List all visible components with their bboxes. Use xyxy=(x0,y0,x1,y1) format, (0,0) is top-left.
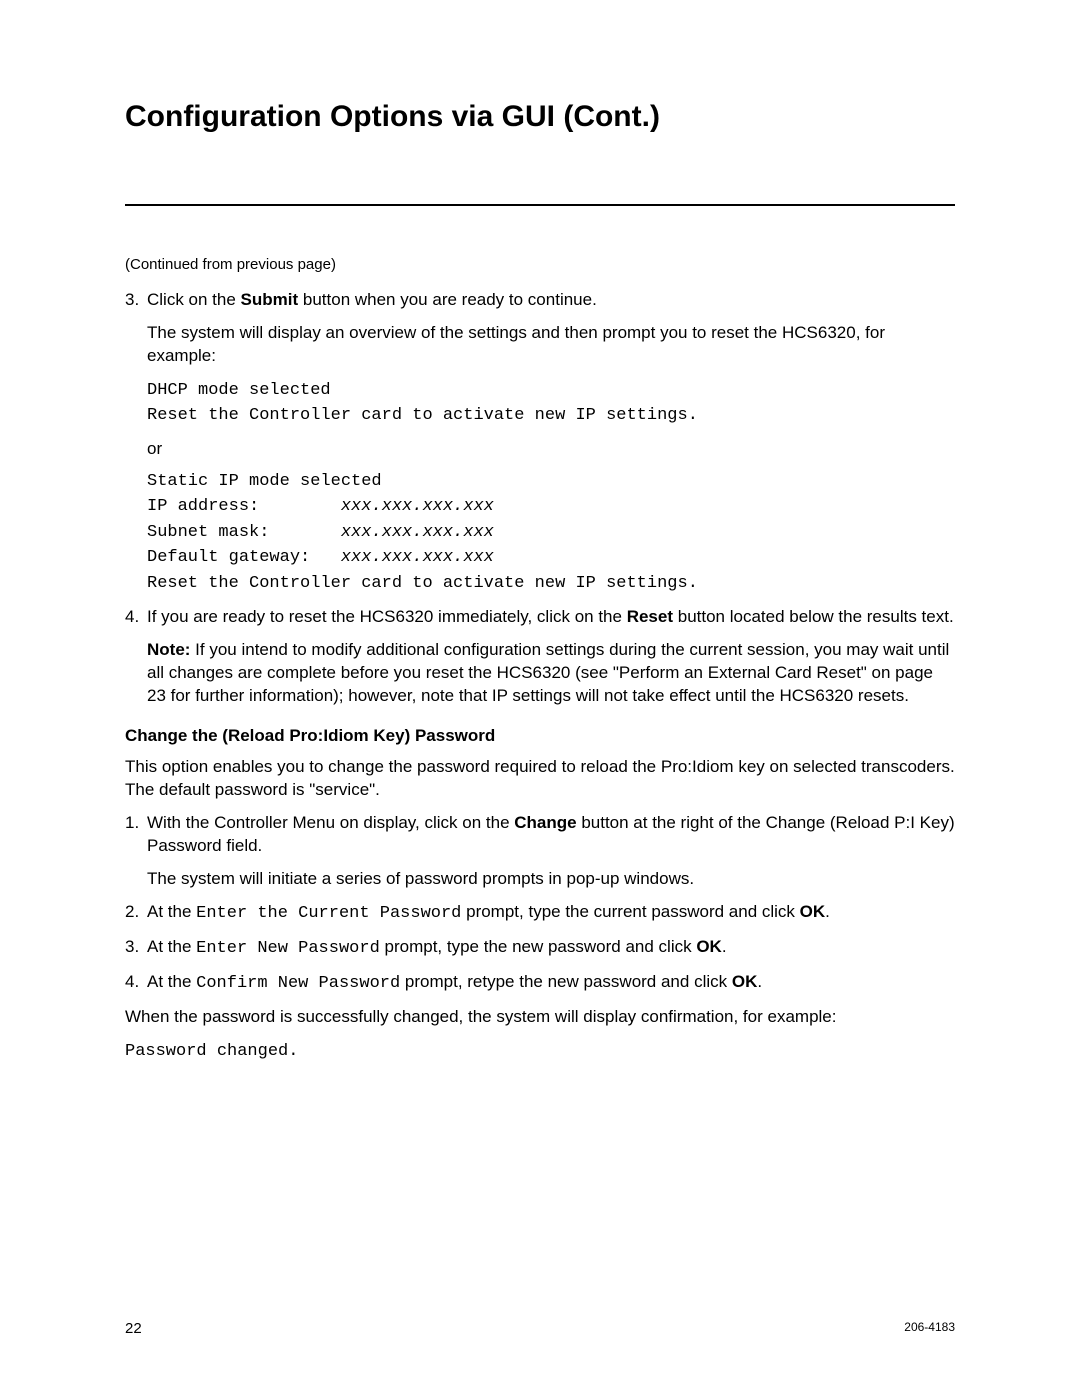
doc-number: 206-4183 xyxy=(904,1320,955,1337)
pw-changed-output: Password changed. xyxy=(125,1039,955,1065)
step-3: 3. Click on the Submit button when you a… xyxy=(125,289,955,312)
step-number: 4. xyxy=(125,606,139,629)
page-title: Configuration Options via GUI (Cont.) xyxy=(125,100,955,134)
dhcp-output: DHCP mode selected Reset the Controller … xyxy=(125,378,955,429)
submit-label: Submit xyxy=(241,290,299,309)
step-3-desc: The system will display an overview of t… xyxy=(125,322,955,368)
pw-success: When the password is successfully change… xyxy=(125,1006,955,1029)
note: Note: If you intend to modify additional… xyxy=(125,639,955,708)
ok-label: OK xyxy=(732,972,758,991)
step-number: 4. xyxy=(125,971,139,994)
pw-step-2: 2. At the Enter the Current Password pro… xyxy=(125,901,955,926)
step-number: 1. xyxy=(125,812,139,835)
ok-label: OK xyxy=(800,902,826,921)
step-number: 2. xyxy=(125,901,139,924)
text: Click on the xyxy=(147,290,241,309)
reset-label: Reset xyxy=(627,607,673,626)
prompt-text: Confirm New Password xyxy=(196,974,400,993)
pw-step-1: 1. With the Controller Menu on display, … xyxy=(125,812,955,858)
step-number: 3. xyxy=(125,289,139,312)
static-output: Static IP mode selected IP address: xxx.… xyxy=(125,469,955,597)
text: At the xyxy=(147,937,196,956)
step-4: 4. If you are ready to reset the HCS6320… xyxy=(125,606,955,629)
pw-step-4: 4. At the Confirm New Password prompt, r… xyxy=(125,971,955,996)
text: . xyxy=(722,937,727,956)
text: At the xyxy=(147,902,196,921)
prompt-text: Enter New Password xyxy=(196,939,380,958)
text: At the xyxy=(147,972,196,991)
note-label: Note: xyxy=(147,640,190,659)
text: . xyxy=(757,972,762,991)
subheading: Change the (Reload Pro:Idiom Key) Passwo… xyxy=(125,726,955,746)
page-number: 22 xyxy=(125,1320,142,1337)
pw-step-3: 3. At the Enter New Password prompt, typ… xyxy=(125,936,955,961)
or-separator: or xyxy=(125,439,955,459)
text: button located below the results text. xyxy=(673,607,954,626)
text: prompt, type the current password and cl… xyxy=(461,902,799,921)
pw-step-1-desc: The system will initiate a series of pas… xyxy=(125,868,955,891)
note-text: If you intend to modify additional confi… xyxy=(147,640,949,705)
text: With the Controller Menu on display, cli… xyxy=(147,813,514,832)
continued-note: (Continued from previous page) xyxy=(125,256,955,273)
text: If you are ready to reset the HCS6320 im… xyxy=(147,607,627,626)
footer: 22 206-4183 xyxy=(125,1320,955,1337)
divider xyxy=(125,204,955,206)
text: . xyxy=(825,902,830,921)
text: prompt, retype the new password and clic… xyxy=(400,972,732,991)
ok-label: OK xyxy=(696,937,722,956)
pw-intro: This option enables you to change the pa… xyxy=(125,756,955,802)
change-label: Change xyxy=(514,813,576,832)
step-number: 3. xyxy=(125,936,139,959)
text: button when you are ready to continue. xyxy=(298,290,597,309)
text: prompt, type the new password and click xyxy=(380,937,697,956)
prompt-text: Enter the Current Password xyxy=(196,904,461,923)
